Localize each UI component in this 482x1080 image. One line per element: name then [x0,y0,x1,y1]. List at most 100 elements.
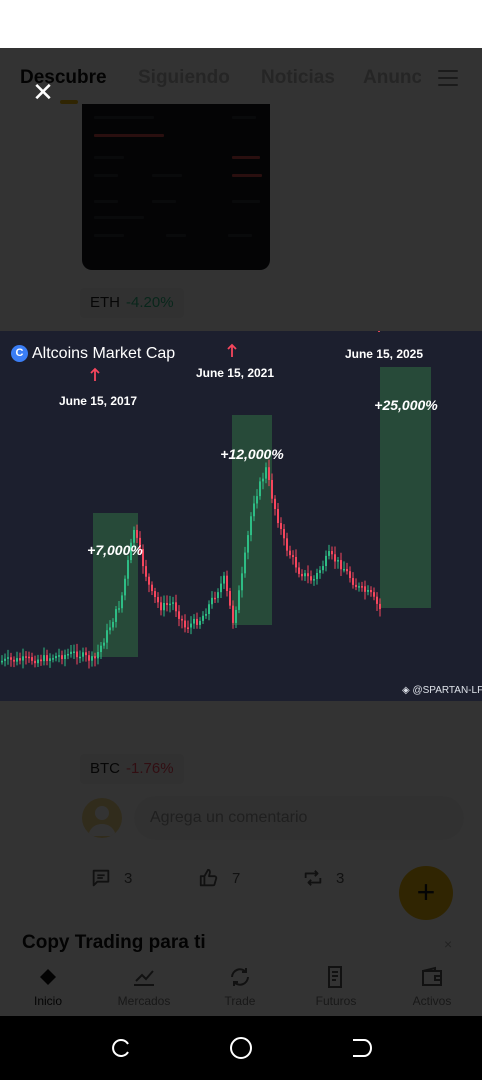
candle [43,655,45,662]
nav-item-trade[interactable]: Trade [192,958,288,1016]
candle [100,645,102,653]
candle [181,618,183,621]
coin-tag-eth[interactable]: ETH -4.20% [80,288,184,318]
candle [199,620,201,625]
comment-button[interactable]: 3 [90,866,132,890]
nav-label: Mercados [117,994,171,1008]
coin-logo-icon: C [11,345,28,362]
rally-percent-label: +7,000% [87,542,143,558]
candle [94,656,96,659]
home-icon [40,969,56,985]
candle [214,597,216,600]
candle [28,656,30,659]
candle [313,579,315,581]
candle [34,660,36,664]
menu-icon[interactable] [438,70,458,86]
markets-icon [134,970,154,986]
nav-item-activos[interactable]: Activos [384,958,480,1016]
date-label: June 15, 2017 [59,394,137,408]
candle [55,656,57,659]
close-viewer-button[interactable]: ✕ [30,79,56,105]
candle [7,657,9,659]
user-avatar-icon [88,806,116,836]
candle [151,584,153,592]
candle [67,653,69,656]
candle [160,602,162,611]
comment-input[interactable] [134,796,464,840]
status-bar [0,0,482,48]
tab-noticias[interactable]: Noticias [261,67,335,89]
repost-count: 3 [336,869,345,887]
date-label: June 15, 2025 [345,347,423,361]
candle [166,602,168,605]
candle [247,535,249,553]
feed-tabs: Descubre Siguiendo Noticias Anunc [0,48,482,108]
candle [109,627,111,631]
candle [241,573,243,591]
avatar[interactable] [82,798,122,838]
repost-button[interactable]: 3 [302,866,344,890]
coin-symbol: ETH [90,294,120,311]
date-arrow-icon [90,367,100,381]
candle [157,597,159,603]
candle [145,566,147,577]
candle [349,571,351,579]
candle [358,586,360,588]
candle [373,592,375,597]
candle [274,498,276,510]
candle [346,568,348,572]
candle [97,652,99,659]
candle [229,591,231,606]
candle [13,659,15,662]
tab-siguiendo[interactable]: Siguiendo [138,67,230,89]
coin-tag-btc[interactable]: BTC -1.76% [80,754,184,784]
candle [19,658,21,661]
candle [52,658,54,660]
candle [268,467,270,480]
candle [367,590,369,592]
candle [307,573,309,577]
tab-anuncios[interactable]: Anunc [363,67,421,89]
like-button[interactable]: 7 [198,866,240,890]
candle [79,656,81,659]
nav-item-mercados[interactable]: Mercados [96,958,192,1016]
system-navigation-bar [0,1016,482,1080]
trade-icon [231,968,249,986]
chart-title: Altcoins Market Cap [32,345,176,362]
candle [91,656,93,661]
candle [253,503,255,517]
candle [172,602,174,604]
candle [205,614,207,616]
candle [208,604,210,615]
candle [163,602,165,611]
candle [70,651,72,654]
candle [4,658,6,661]
candle [361,586,363,588]
section-close-button[interactable]: × [444,936,452,952]
candle [328,551,330,556]
date-arrow-icon [227,343,237,357]
comment-icon [92,869,110,887]
candle [223,575,225,584]
create-post-button[interactable]: + [399,866,453,920]
coin-symbol: BTC [90,760,120,777]
candle [304,573,306,577]
rally-percent-label: +12,000% [220,446,284,462]
candle [238,590,240,610]
candle [244,552,246,574]
nav-item-futuros[interactable]: Futuros [288,958,384,1016]
post-image-preview[interactable] [82,104,270,270]
candle [196,618,198,625]
home-button-icon[interactable] [229,1036,253,1060]
back-icon[interactable] [349,1036,373,1060]
candle [316,572,318,580]
nav-item-inicio[interactable]: Inicio [0,958,96,1016]
candle [226,575,228,592]
nav-label: Activos [412,994,452,1008]
candle [103,642,105,646]
image-viewer-chart[interactable]: +7,000% +12,000% +25,000% June 15, 2017 June… [0,331,482,701]
candle [127,560,129,579]
recent-apps-icon[interactable] [109,1036,133,1060]
candle [250,516,252,536]
candle [217,592,219,598]
